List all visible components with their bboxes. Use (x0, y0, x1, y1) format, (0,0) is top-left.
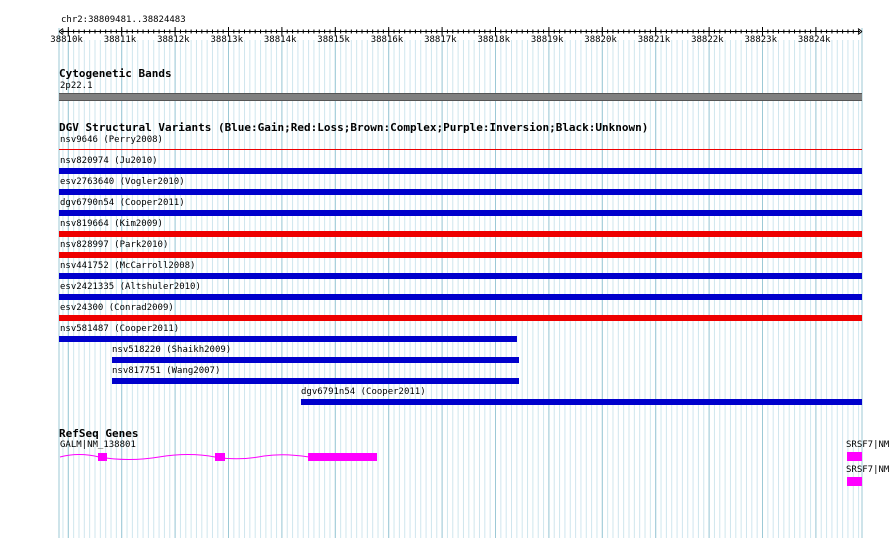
ruler-tick-label: 38818k (477, 35, 511, 45)
ruler-tick-label: 38811k (103, 35, 137, 45)
gene-srsf7-2[interactable] (847, 477, 862, 486)
gene-srsf7[interactable] (847, 452, 862, 461)
variant-label: esv24300 (Conrad2009) (60, 303, 174, 313)
ruler-tick-label: 38810k (50, 35, 83, 45)
ruler-tick-label: 38819k (530, 35, 564, 45)
refseq-track-title: RefSeq Genes (59, 427, 139, 440)
ruler-tick-label: 38823k (744, 35, 778, 45)
variant-bar[interactable] (59, 231, 862, 237)
variant-label: dgv6791n54 (Cooper2011) (301, 387, 426, 397)
ruler-tick-label: 38813k (210, 35, 244, 45)
variant-label: esv2763640 (Vogler2010) (60, 177, 185, 187)
variant-label: nsv441752 (McCarroll2008) (60, 261, 196, 271)
ruler-tick-label: 38812k (157, 35, 190, 45)
ruler-tick-label: 38822k (691, 35, 724, 45)
variant-bar[interactable] (59, 315, 862, 321)
variant-bar[interactable] (59, 149, 862, 150)
variant-bar[interactable] (301, 399, 862, 405)
variant-label: nsv9646 (Perry2008) (60, 135, 163, 145)
gene-label-srsf7: SRSF7|NM (846, 440, 890, 450)
variant-bar[interactable] (59, 294, 862, 300)
variant-bar[interactable] (59, 336, 517, 342)
ruler-tick-label: 38820k (584, 35, 617, 45)
variant-bar[interactable] (59, 273, 862, 279)
variant-label: nsv820974 (Ju2010) (60, 156, 158, 166)
gene-label-srsf7-2: SRSF7|NM (846, 465, 890, 475)
dgv-track-title: DGV Structural Variants (Blue:Gain;Red:L… (59, 121, 649, 134)
variant-label: dgv6790n54 (Cooper2011) (60, 198, 185, 208)
ruler-tick-label: 38824k (797, 35, 831, 45)
variant-label: nsv819664 (Kim2009) (60, 219, 163, 229)
ruler-tick-label: 38821k (637, 35, 671, 45)
variant-label: nsv518220 (Shaikh2009) (112, 345, 232, 355)
cytoband-bar[interactable] (59, 93, 862, 101)
variant-bar[interactable] (59, 168, 862, 174)
variant-label: esv2421335 (Altshuler2010) (60, 282, 201, 292)
variant-label: nsv817751 (Wang2007) (112, 366, 221, 376)
variant-bar[interactable] (59, 252, 862, 258)
gene-galm[interactable] (59, 450, 379, 464)
ruler-tick-label: 38815k (317, 35, 350, 45)
ruler-tick-label: 38816k (370, 35, 404, 45)
ruler-tick-label: 38814k (263, 35, 297, 45)
ruler-tick-label: 38817k (424, 35, 457, 45)
variant-bar[interactable] (59, 189, 862, 195)
cytoband-track-title: Cytogenetic Bands (59, 67, 172, 80)
locus-label: chr2:38809481..38824483 (61, 15, 186, 25)
variant-label: nsv581487 (Cooper2011) (60, 324, 180, 334)
variant-bar[interactable] (112, 357, 519, 363)
variant-bar[interactable] (112, 378, 519, 384)
variant-label: nsv828997 (Park2010) (60, 240, 169, 250)
cytoband-label: 2p22.1 (60, 81, 93, 91)
variant-bar[interactable] (59, 210, 862, 216)
